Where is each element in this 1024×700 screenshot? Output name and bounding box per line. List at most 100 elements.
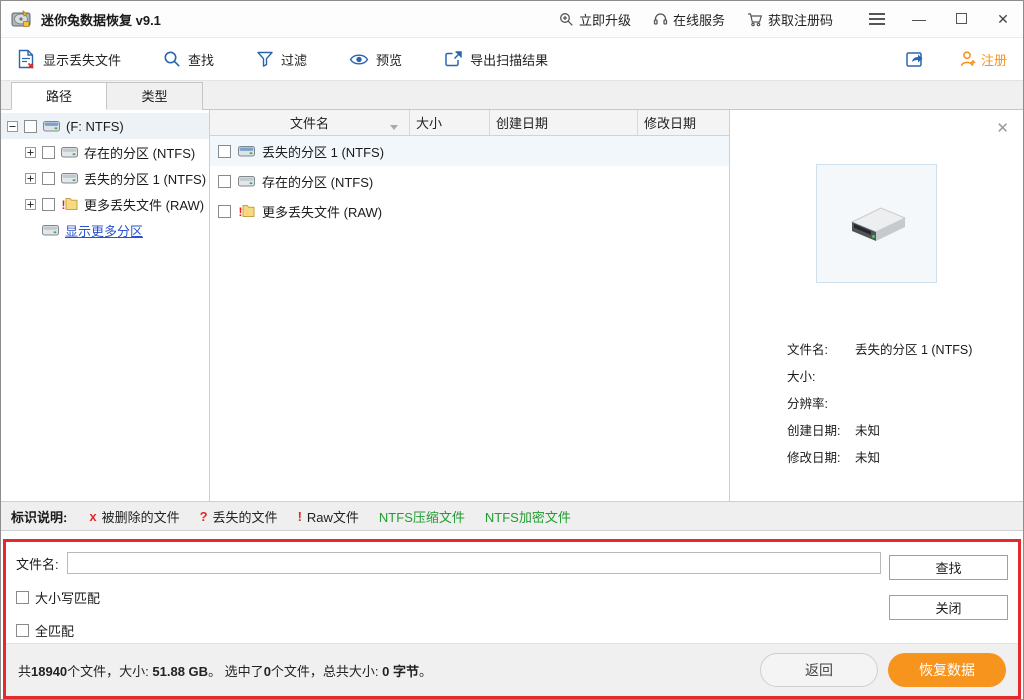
column-header-文件名[interactable]: 文件名 <box>210 110 410 135</box>
row-checkbox[interactable] <box>218 145 231 158</box>
recover-data-button[interactable]: 恢复数据 <box>888 653 1006 687</box>
upgrade-icon <box>559 12 574 27</box>
tab-类型[interactable]: 类型 <box>107 82 203 110</box>
table-row[interactable]: 丢失的分区 1 (NTFS) <box>210 136 729 166</box>
toolbar-item-预览[interactable]: 预览 <box>349 49 402 69</box>
toolbar-item-导出扫描结果[interactable]: 导出扫描结果 <box>444 49 548 69</box>
legend-mark: ! <box>298 509 302 524</box>
column-header-创建日期[interactable]: 创建日期 <box>490 110 638 135</box>
headset-icon <box>653 12 668 27</box>
tree-item-show-more[interactable]: 显示更多分区 <box>1 217 209 243</box>
column-header-修改日期[interactable]: 修改日期 <box>638 110 729 135</box>
drive-gray-icon <box>42 224 59 236</box>
info-label: 大小: <box>787 366 855 385</box>
column-header-大小[interactable]: 大小 <box>410 110 490 135</box>
titlebar-action-label: 获取注册码 <box>768 10 833 29</box>
info-label: 分辨率: <box>787 393 855 412</box>
tree-item-label: 更多丢失文件 (RAW) <box>84 195 204 214</box>
row-checkbox[interactable] <box>218 175 231 188</box>
table-row[interactable]: ! 更多丢失文件 (RAW) <box>210 196 729 226</box>
checkbox-大小写匹配[interactable]: 大小写匹配 <box>16 588 1008 607</box>
tree-checkbox[interactable] <box>42 172 55 185</box>
menu-hamburger-icon[interactable] <box>869 10 885 28</box>
toolbar-item-label: 导出扫描结果 <box>470 50 548 69</box>
tree-checkbox[interactable] <box>42 146 55 159</box>
tree-item[interactable]: 存在的分区 (NTFS) <box>1 139 209 165</box>
toolbar: 显示丢失文件 查找 过滤 预览 导出扫描结果 注册 <box>1 38 1023 81</box>
svg-text:!: ! <box>62 198 66 211</box>
expander-plus-icon[interactable] <box>25 199 36 210</box>
register-person-icon <box>959 50 977 68</box>
tab-strip: 路径类型 <box>1 81 1023 110</box>
drive-gray-icon <box>61 172 78 184</box>
share-icon[interactable] <box>905 50 925 69</box>
register-button[interactable]: 注册 <box>959 50 1007 69</box>
status-summary: 共18940个文件，大小: 51.88 GB。 选中了0个文件，总共大小: 0 … <box>18 661 432 680</box>
expander-minus-icon[interactable] <box>7 121 18 132</box>
minimize-button[interactable]: — <box>911 11 927 27</box>
close-button[interactable]: ✕ <box>995 11 1011 27</box>
app-window: 迷你兔数据恢复 v9.1 立即升级 在线服务 获取注册码 — ✕ 显示丢失文件 … <box>0 0 1024 700</box>
find-button[interactable]: 查找 <box>889 555 1008 580</box>
preview-image-box <box>816 164 937 283</box>
info-row: 分辨率: <box>787 393 1023 412</box>
tree-root-row[interactable]: (F: NTFS) <box>1 113 209 139</box>
table-row[interactable]: 存在的分区 (NTFS) <box>210 166 729 196</box>
tree-item[interactable]: 丢失的分区 1 (NTFS) <box>1 165 209 191</box>
expander-plus-icon[interactable] <box>25 173 36 184</box>
tree-item-label: 存在的分区 (NTFS) <box>84 143 195 162</box>
export-icon <box>444 50 463 68</box>
tab-路径[interactable]: 路径 <box>11 82 107 110</box>
preview-close-icon[interactable]: ✕ <box>996 122 1009 135</box>
tree-checkbox[interactable] <box>24 120 37 133</box>
legend-mark: x <box>89 509 96 524</box>
cart-icon <box>747 12 763 27</box>
filter-icon <box>256 50 274 68</box>
sort-desc-icon[interactable] <box>389 119 399 134</box>
checkbox-label: 全匹配 <box>35 621 74 640</box>
legend-item: NTFS压缩文件 <box>379 507 465 526</box>
legend-label: NTFS加密文件 <box>485 507 571 526</box>
drive-blue-icon <box>238 145 255 157</box>
info-label: 创建日期: <box>787 420 855 439</box>
search-icon <box>163 50 181 68</box>
legend-label: 被删除的文件 <box>102 507 180 526</box>
expander-plus-icon[interactable] <box>25 147 36 158</box>
filename-input[interactable] <box>67 552 881 574</box>
info-row: 修改日期: 未知 <box>787 447 1023 466</box>
toolbar-item-查找[interactable]: 查找 <box>163 49 214 69</box>
show-lost-files-icon <box>17 49 36 69</box>
filename-label: 文件名: <box>16 554 59 573</box>
titlebar-action-在线服务[interactable]: 在线服务 <box>653 10 725 29</box>
legend-title: 标识说明: <box>11 507 67 526</box>
info-label: 文件名: <box>787 339 855 358</box>
info-value: 丢失的分区 1 (NTFS) <box>855 339 972 358</box>
row-filename: 丢失的分区 1 (NTFS) <box>262 142 384 161</box>
back-button[interactable]: 返回 <box>760 653 878 687</box>
legend-item: ! Raw文件 <box>298 507 359 526</box>
drive-gray-icon <box>238 175 255 187</box>
row-checkbox[interactable] <box>218 205 231 218</box>
close-find-button[interactable]: 关闭 <box>889 595 1008 620</box>
maximize-button[interactable] <box>953 11 969 27</box>
info-row: 大小: <box>787 366 1023 385</box>
drive-gray-icon <box>61 146 78 158</box>
info-label: 修改日期: <box>787 447 855 466</box>
toolbar-item-label: 预览 <box>376 50 402 69</box>
checkbox-全匹配[interactable]: 全匹配 <box>16 621 1008 640</box>
toolbar-item-显示丢失文件[interactable]: 显示丢失文件 <box>17 49 121 69</box>
row-filename: 更多丢失文件 (RAW) <box>262 202 382 221</box>
titlebar-action-获取注册码[interactable]: 获取注册码 <box>747 10 833 29</box>
checkbox-label: 大小写匹配 <box>35 588 100 607</box>
tree-checkbox[interactable] <box>42 198 55 211</box>
device-image <box>838 197 916 251</box>
row-filename: 存在的分区 (NTFS) <box>262 172 373 191</box>
tree-item[interactable]: ! 更多丢失文件 (RAW) <box>1 191 209 217</box>
legend-label: NTFS压缩文件 <box>379 507 465 526</box>
titlebar-action-立即升级[interactable]: 立即升级 <box>559 10 631 29</box>
toolbar-item-过滤[interactable]: 过滤 <box>256 49 307 69</box>
show-more-partitions-link[interactable]: 显示更多分区 <box>65 221 143 240</box>
preview-panel: ✕ 文件名: 丢失的分区 1 (NTFS) 大小: 分辨率: 创建日期: 未知 … <box>730 110 1023 501</box>
checkbox-box[interactable] <box>16 591 29 604</box>
checkbox-box[interactable] <box>16 624 29 637</box>
